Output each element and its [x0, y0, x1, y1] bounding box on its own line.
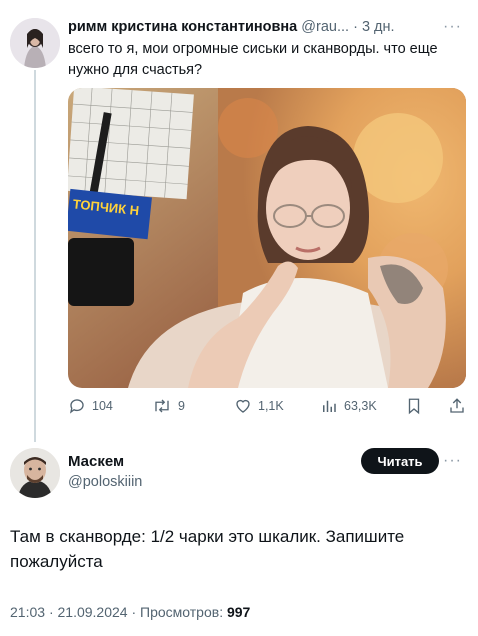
- more-options-icon[interactable]: ···: [443, 18, 462, 36]
- reply-more-options-icon[interactable]: ···: [443, 452, 462, 470]
- heart-icon: [236, 399, 250, 413]
- reply-count: 104: [92, 399, 113, 413]
- separator-dot: ·: [353, 19, 358, 35]
- views-label: Просмотров:: [140, 604, 224, 620]
- bookmark-icon: [408, 398, 420, 415]
- reply-author-handle[interactable]: @poloskiiin: [68, 474, 142, 490]
- views-count: 63,3K: [344, 399, 377, 413]
- reply-time[interactable]: 21:03: [10, 604, 45, 620]
- retweet-count: 9: [178, 399, 185, 413]
- share-icon: [450, 398, 464, 413]
- like-count: 1,1K: [258, 399, 284, 413]
- views-chart-icon: [323, 400, 336, 412]
- reply-footer: 21:03 · 21.09.2024 · Просмотров: 997: [10, 604, 250, 620]
- footer-dot: ·: [48, 604, 58, 620]
- reply-views-count[interactable]: 997: [227, 604, 250, 620]
- reply-icon: [69, 399, 84, 414]
- share-button[interactable]: [448, 397, 466, 415]
- thread-line: [34, 70, 36, 442]
- author-name[interactable]: римм кристина константиновна: [68, 19, 297, 35]
- bookmark-button[interactable]: [406, 397, 422, 415]
- reply-avatar-image: [10, 448, 60, 498]
- retweet-icon: [155, 399, 169, 413]
- reply-date[interactable]: 21.09.2024: [58, 604, 128, 620]
- avatar-image: [10, 18, 60, 68]
- footer-dot: ·: [131, 604, 141, 620]
- photo-image: ТОПЧИК Н: [68, 88, 466, 388]
- tweet-photo[interactable]: ТОПЧИК Н: [68, 88, 466, 388]
- reply-button[interactable]: 104: [68, 397, 113, 415]
- views-button[interactable]: 63,3K: [320, 397, 377, 415]
- tweet-text: всего то я, мои огромные сиськи и сканво…: [68, 41, 438, 78]
- like-button[interactable]: 1,1K: [234, 397, 284, 415]
- follow-button[interactable]: Читать: [361, 448, 439, 474]
- reply-author-name[interactable]: Маскем: [68, 453, 124, 470]
- reply-avatar[interactable]: [10, 448, 60, 498]
- avatar[interactable]: [10, 18, 60, 68]
- author-handle[interactable]: @rau...: [301, 19, 349, 35]
- tweet-age[interactable]: 3 дн.: [362, 19, 395, 35]
- reply-text: Там в сканворде: 1/2 чарки это шкалик. З…: [10, 527, 405, 571]
- tweet-header: римм кристина константиновна @rau... · 3…: [68, 18, 464, 37]
- retweet-button[interactable]: 9: [152, 397, 185, 415]
- tweet-actions: 104 9 1,1K 63,3K: [68, 397, 466, 419]
